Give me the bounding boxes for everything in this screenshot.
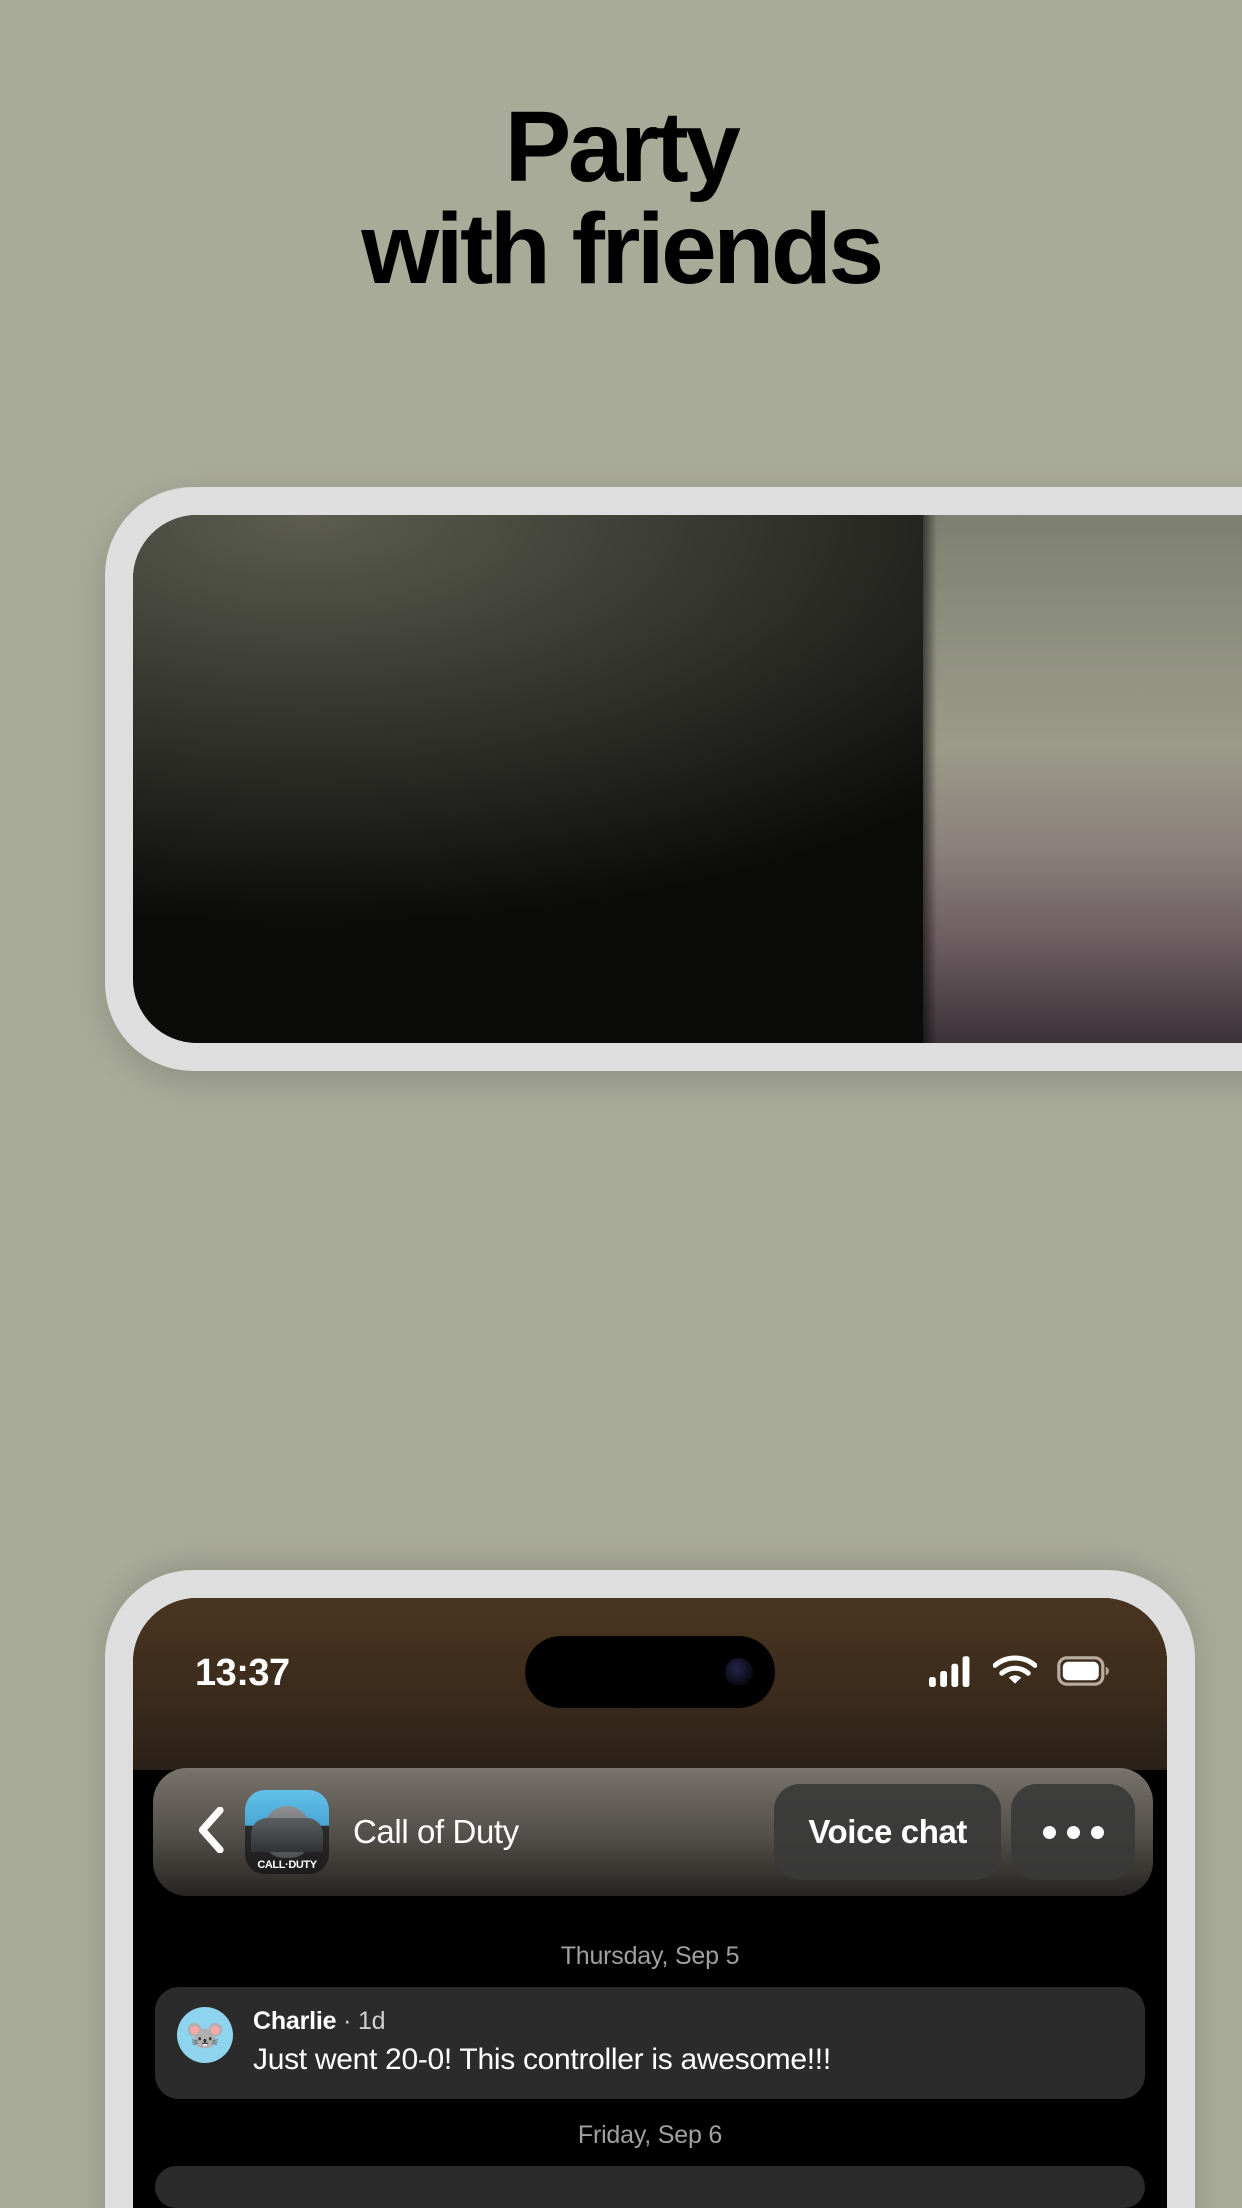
cod-body-icon [251,1818,323,1852]
phone-mockup-chat: 13:37 CALL·DUTY Call of Duty Voice chat … [105,1570,1195,2208]
message-meta: Charlie · 1d [253,2007,831,2036]
app-icon[interactable]: CALL·DUTY [245,1790,329,1874]
app-icon-label: CALL·DUTY [257,1859,317,1871]
wifi-icon [992,1654,1038,1692]
avatar: 🐭 [177,2007,233,2063]
voice-chat-label: Voice chat [808,1813,967,1850]
page-title: Party with friends [0,96,1242,300]
voice-chat-button[interactable]: Voice chat [774,1784,1001,1880]
cellular-bars-icon [929,1655,973,1692]
message-author: Charlie [253,2007,337,2035]
more-options-button[interactable] [1011,1784,1135,1880]
battery-full-icon [1057,1655,1109,1691]
message-body: Charlie · 1d Just went 20-0! This contro… [253,2007,831,2077]
dynamic-island [525,1636,775,1708]
chat-date-separator: Thursday, Sep 5 [560,1942,740,1970]
party-panel-background [133,515,923,1043]
chat-navbar: CALL·DUTY Call of Duty Voice chat [153,1768,1153,1896]
phone1-screen: Graeme’s Party [133,515,1242,1043]
message-time: · 1d [343,2007,386,2035]
message-text: Just went 20-0! This controller is aweso… [253,2043,831,2076]
chevron-left-icon [198,1806,224,1858]
chat-date-separator: Friday, Sep 6 [577,2121,723,2149]
phone2-screen: 13:37 CALL·DUTY Call of Duty Voice chat … [133,1598,1167,2208]
chat-message[interactable]: 🐭 Charlie · 1d Just went 20-0! This cont… [155,1987,1145,2099]
app-title: Call of Duty [353,1813,519,1850]
status-time: 13:37 [195,1651,290,1694]
back-button[interactable] [183,1806,239,1858]
headline-line-2: with friends [361,193,884,305]
headline-line-1: Party [504,91,741,203]
ellipsis-icon [1042,1825,1104,1839]
phone-mockup-party: Graeme’s Party [105,487,1242,1071]
chat-thread: Thursday, Sep 5 🐭 Charlie · 1d Just went… [133,1920,1167,2208]
gameplay-background [923,515,1242,1043]
status-icons [929,1654,1109,1692]
front-camera-icon [725,1658,753,1686]
chat-message-partial[interactable] [155,2166,1145,2208]
